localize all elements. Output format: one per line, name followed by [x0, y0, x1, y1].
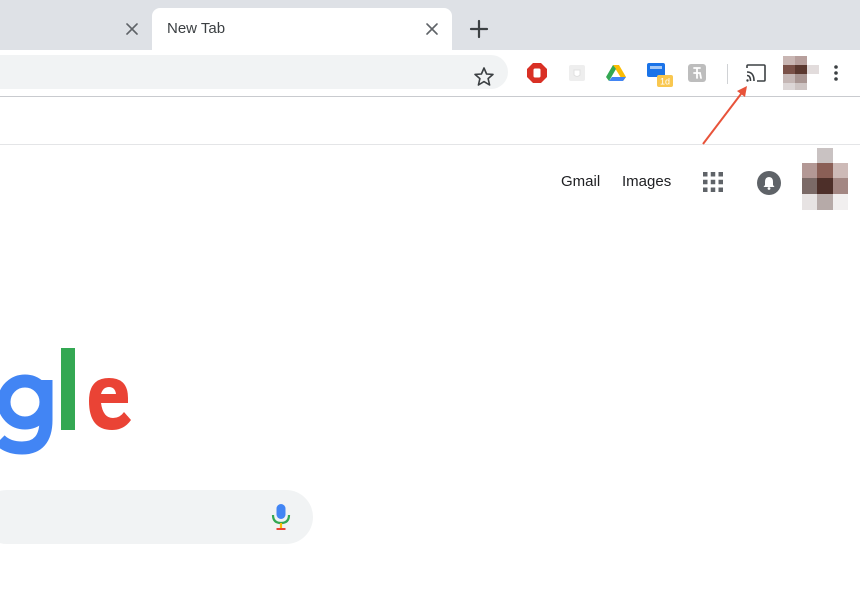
extension-badge-text: 1d	[660, 77, 670, 87]
more-vert-icon[interactable]	[826, 60, 846, 86]
logo-letter-e	[89, 378, 131, 430]
adblock-icon[interactable]	[526, 62, 548, 84]
images-link[interactable]: Images	[622, 173, 671, 190]
close-icon[interactable]	[122, 19, 142, 39]
gmail-link[interactable]: Gmail	[561, 173, 600, 190]
shield-extension-icon[interactable]	[566, 62, 588, 84]
close-icon[interactable]	[422, 19, 442, 39]
tab-strip: New Tab	[0, 0, 860, 50]
logo-letter-g	[0, 374, 53, 455]
tab-inactive[interactable]	[0, 8, 148, 50]
google-drive-icon[interactable]	[605, 62, 627, 84]
bookmark-star-icon[interactable]	[471, 64, 497, 90]
extension-grey-icon[interactable]	[686, 62, 708, 84]
bookmarks-bar	[0, 97, 860, 145]
search-box[interactable]	[0, 490, 313, 544]
tab-title: New Tab	[167, 20, 226, 37]
profile-avatar[interactable]	[783, 56, 819, 90]
apps-grid-icon[interactable]	[700, 169, 726, 195]
new-tab-button[interactable]	[466, 16, 492, 42]
cast-icon[interactable]	[743, 60, 769, 86]
logo-letter-l	[61, 348, 75, 430]
address-bar[interactable]	[0, 55, 508, 89]
browser-toolbar: 1d	[0, 50, 860, 97]
notifications-icon[interactable]	[757, 171, 781, 195]
microphone-icon[interactable]	[270, 503, 292, 531]
toolbar-separator	[727, 64, 728, 84]
extension-badge-icon[interactable]: 1d	[645, 60, 675, 88]
tab-new-tab[interactable]: New Tab	[152, 8, 452, 50]
google-new-tab-page: Gmail Images	[0, 145, 860, 592]
account-avatar[interactable]	[802, 148, 848, 210]
google-logo	[0, 348, 131, 455]
